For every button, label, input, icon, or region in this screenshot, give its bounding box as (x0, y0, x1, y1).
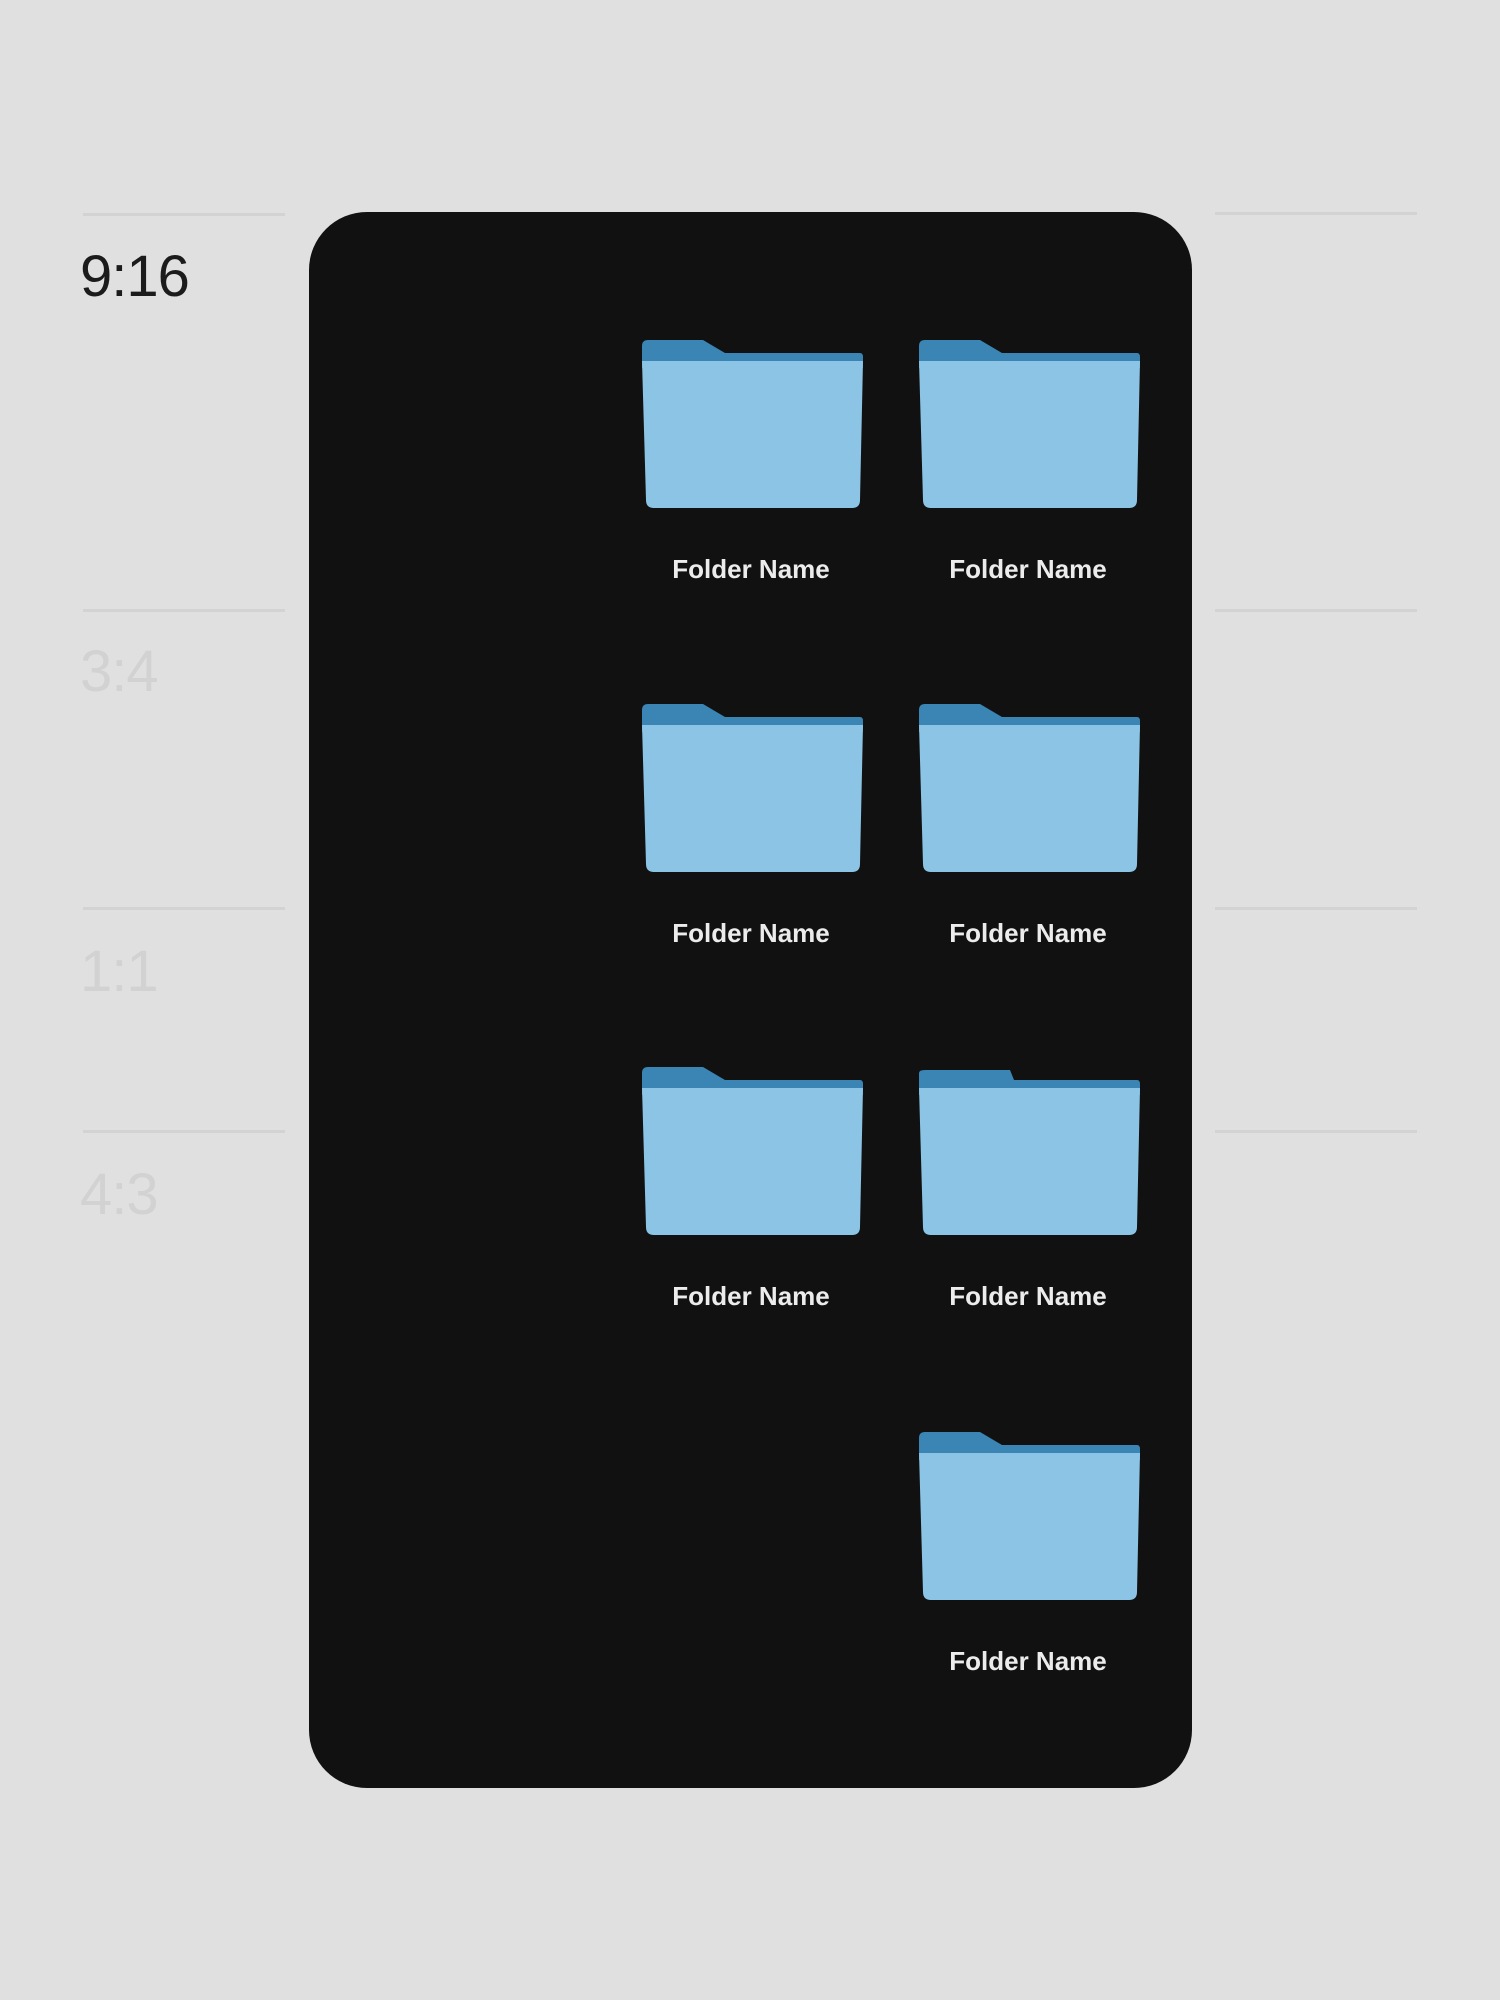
folder-label: Folder Name (949, 1646, 1107, 1676)
folder-item[interactable]: Folder Name (636, 1065, 866, 1325)
ratio-divider (83, 213, 285, 216)
folder-icon (642, 1067, 863, 1235)
folder-icon (919, 1432, 1140, 1600)
folder-label: Folder Name (672, 554, 830, 584)
ratio-divider (83, 1130, 285, 1133)
ratio-divider (83, 609, 285, 612)
guide-line (1215, 212, 1417, 215)
folder-item[interactable]: Folder Name (636, 338, 866, 598)
folder-item[interactable]: Folder Name (913, 338, 1143, 598)
folder-item[interactable]: Folder Name (913, 1065, 1143, 1325)
ratio-option-3-4[interactable]: 3:4 (80, 643, 159, 701)
folder-item[interactable]: Folder Name (913, 702, 1143, 962)
ratio-option-1-1[interactable]: 1:1 (80, 943, 159, 1001)
device-preview-frame: Folder Name Folder Name Folder Name Fold… (309, 212, 1192, 1788)
ratio-divider (83, 907, 285, 910)
folder-item[interactable]: Folder Name (636, 702, 866, 962)
folder-label: Folder Name (672, 1281, 830, 1311)
guide-line (1215, 907, 1417, 910)
folder-label: Folder Name (949, 554, 1107, 584)
folder-label: Folder Name (949, 1281, 1107, 1311)
folder-icon (919, 1070, 1140, 1235)
folder-label: Folder Name (949, 918, 1107, 948)
folder-icon (642, 704, 863, 872)
ratio-option-9-16[interactable]: 9:16 (80, 248, 190, 306)
guide-line (1215, 1130, 1417, 1133)
folder-icon (642, 340, 863, 508)
ratio-option-4-3[interactable]: 4:3 (80, 1166, 159, 1224)
folder-icon (919, 704, 1140, 872)
folder-icon (919, 340, 1140, 508)
folder-label: Folder Name (672, 918, 830, 948)
folder-item[interactable]: Folder Name (913, 1430, 1143, 1690)
guide-line (1215, 609, 1417, 612)
